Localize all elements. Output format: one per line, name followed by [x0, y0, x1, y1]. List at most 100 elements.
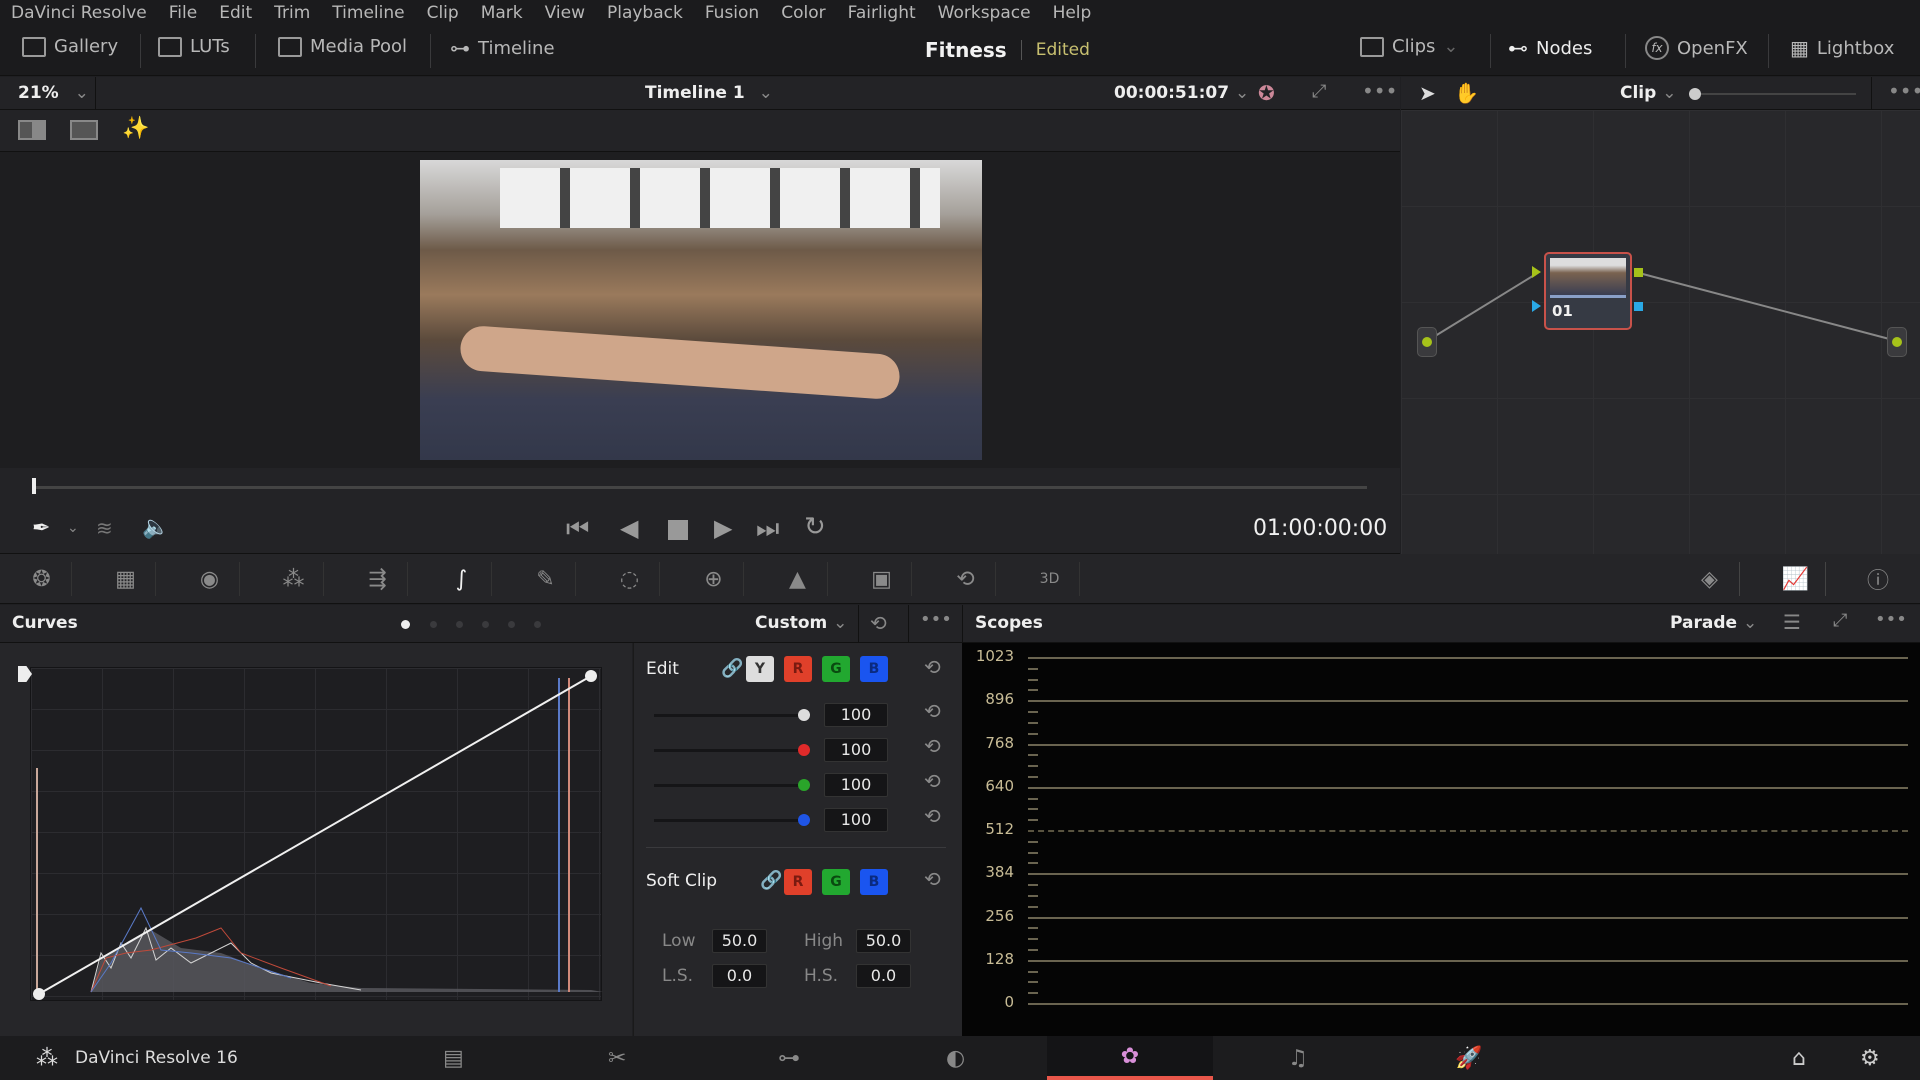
menu-fusion[interactable]: Fusion: [705, 3, 759, 23]
high-field[interactable]: 50.0: [856, 929, 911, 953]
reset-r-icon[interactable]: ⟲: [924, 734, 941, 758]
intensity-y-slider[interactable]: [654, 714, 804, 717]
menu-mark[interactable]: Mark: [481, 3, 523, 23]
channel-b-button[interactable]: B: [860, 656, 888, 682]
intensity-b-handle[interactable]: [798, 814, 810, 826]
intensity-b-field[interactable]: 100: [824, 808, 888, 832]
menu-davinci-resolve[interactable]: DaVinci Resolve: [11, 3, 147, 23]
zoom-dropdown[interactable]: 21% ⌄: [18, 83, 89, 103]
more-options-icon[interactable]: •••: [1888, 79, 1920, 103]
softclip-g-button[interactable]: G: [822, 869, 850, 895]
menu-timeline[interactable]: Timeline: [332, 3, 404, 23]
cut-page-icon[interactable]: ✂: [608, 1046, 626, 1071]
timecode-dropdown[interactable]: 00:00:51:07 ⌄: [1114, 83, 1249, 103]
more-options-icon[interactable]: •••: [920, 609, 952, 630]
color-wheel-effect-icon[interactable]: ✪: [1258, 81, 1275, 105]
intensity-g-slider[interactable]: [654, 784, 804, 787]
clips-button[interactable]: Clips ⌄: [1360, 36, 1458, 57]
timeline-dropdown[interactable]: Timeline 1 ⌄: [645, 83, 773, 103]
3d-icon[interactable]: 3D: [1020, 562, 1080, 596]
menu-playback[interactable]: Playback: [607, 3, 683, 23]
layers-icon[interactable]: ≋: [96, 516, 113, 540]
link-icon[interactable]: 🔗: [760, 870, 782, 891]
link-icon[interactable]: 🔗: [721, 658, 743, 679]
curve-page-dot[interactable]: [508, 621, 515, 628]
channel-y-button[interactable]: Y: [746, 656, 774, 682]
channel-g-button[interactable]: G: [822, 656, 850, 682]
keyframes-icon[interactable]: ◈: [1680, 562, 1740, 596]
media-page-icon[interactable]: ▤: [443, 1046, 464, 1071]
reset-all-icon[interactable]: ⟲: [870, 611, 887, 635]
color-page-tab[interactable]: ✿: [1047, 1036, 1213, 1080]
curve-page-dot[interactable]: [534, 621, 541, 628]
rgb-output-icon[interactable]: [1634, 268, 1643, 277]
media-pool-button[interactable]: Media Pool: [278, 36, 407, 57]
sizing-icon[interactable]: ⟲: [936, 562, 996, 596]
rgb-input-icon[interactable]: [1532, 266, 1541, 278]
reverse-play-icon[interactable]: ◀: [620, 514, 638, 542]
nodes-button[interactable]: ⊷ Nodes: [1508, 36, 1592, 60]
fairlight-page-icon[interactable]: ♫: [1288, 1046, 1308, 1071]
color-match-icon[interactable]: ▦: [96, 562, 156, 596]
blur-icon[interactable]: ▲: [768, 562, 828, 596]
curve-page-dot-active[interactable]: [401, 620, 410, 629]
grid-view-icon[interactable]: [70, 120, 98, 140]
eyedropper-icon[interactable]: ✒: [32, 516, 50, 541]
luts-button[interactable]: LUTs: [158, 36, 230, 57]
deliver-page-icon[interactable]: 🚀: [1455, 1046, 1482, 1071]
motion-effects-icon[interactable]: ⇶: [348, 562, 408, 596]
scrub-track[interactable]: [34, 486, 1367, 489]
node-mode-dropdown[interactable]: Clip ⌄: [1620, 83, 1676, 103]
softclip-r-button[interactable]: R: [784, 869, 812, 895]
menu-trim[interactable]: Trim: [274, 3, 310, 23]
softclip-b-button[interactable]: B: [860, 869, 888, 895]
stop-icon[interactable]: [668, 520, 688, 540]
node-zoom-slider[interactable]: [1701, 93, 1856, 95]
play-icon[interactable]: ▶: [714, 514, 732, 542]
curve-point-white[interactable]: [585, 670, 597, 682]
playhead[interactable]: [32, 478, 36, 494]
menu-workspace[interactable]: Workspace: [938, 3, 1031, 23]
luma-curve[interactable]: [38, 675, 592, 995]
intensity-y-handle[interactable]: [798, 709, 810, 721]
edit-page-icon[interactable]: ⊶: [778, 1046, 800, 1071]
curve-graph[interactable]: [30, 667, 603, 1001]
magic-wand-icon[interactable]: ✨: [122, 116, 149, 141]
settings-gear-icon[interactable]: ⚙: [1860, 1046, 1880, 1071]
timeline-button[interactable]: ⊶ Timeline: [450, 36, 555, 60]
menu-help[interactable]: Help: [1053, 3, 1092, 23]
intensity-g-field[interactable]: 100: [824, 773, 888, 797]
intensity-y-field[interactable]: 100: [824, 703, 888, 727]
menu-fairlight[interactable]: Fairlight: [848, 3, 916, 23]
key-output-icon[interactable]: [1634, 302, 1643, 311]
pointer-icon[interactable]: ➤: [1419, 81, 1436, 105]
scopes-icon[interactable]: 📈: [1766, 562, 1826, 596]
openfx-button[interactable]: fx OpenFX: [1645, 36, 1748, 60]
menu-view[interactable]: View: [545, 3, 585, 23]
curve-page-dot[interactable]: [456, 621, 463, 628]
fusion-page-icon[interactable]: ◐: [946, 1046, 965, 1071]
more-options-icon[interactable]: •••: [1875, 609, 1907, 630]
hs-field[interactable]: 0.0: [856, 964, 911, 988]
curve-page-dot[interactable]: [430, 621, 437, 628]
intensity-g-handle[interactable]: [798, 779, 810, 791]
menu-color[interactable]: Color: [781, 3, 825, 23]
volume-icon[interactable]: 🔈: [142, 515, 169, 540]
qualifier-icon[interactable]: ✎: [516, 562, 576, 596]
menu-file[interactable]: File: [169, 3, 197, 23]
ls-field[interactable]: 0.0: [712, 964, 767, 988]
split-screen-icon[interactable]: [18, 120, 46, 140]
camera-raw-icon[interactable]: ❂: [12, 562, 72, 596]
window-icon[interactable]: ◌: [600, 562, 660, 596]
jump-to-end-icon[interactable]: ⏭: [756, 514, 779, 545]
loop-icon[interactable]: ↻: [804, 512, 826, 542]
menu-edit[interactable]: Edit: [219, 3, 252, 23]
intensity-r-slider[interactable]: [654, 749, 804, 752]
scope-mode-dropdown[interactable]: Parade ⌄: [1670, 613, 1757, 633]
rgb-mixer-icon[interactable]: ⁂: [264, 562, 324, 596]
intensity-r-field[interactable]: 100: [824, 738, 888, 762]
home-icon[interactable]: ⌂: [1792, 1046, 1806, 1071]
curves-icon[interactable]: ∫: [432, 562, 492, 596]
intensity-b-slider[interactable]: [654, 819, 804, 822]
reset-edit-icon[interactable]: ⟲: [924, 655, 941, 679]
